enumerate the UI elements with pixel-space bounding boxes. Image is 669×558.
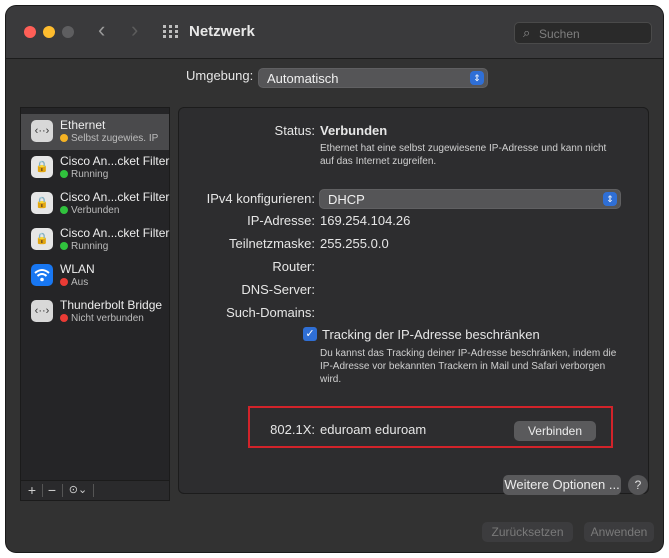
toolbar-divider <box>62 484 63 497</box>
service-item-thunderbolt-bridge[interactable]: ‹··› Thunderbolt Bridge Nicht verbunden <box>21 294 169 330</box>
status-dot-yellow <box>60 134 68 142</box>
ip-address-value: 169.254.104.26 <box>320 213 411 228</box>
service-item-cisco-2[interactable]: 🔒 Cisco An...cket Filter Verbunden <box>21 186 169 222</box>
service-list: ‹··› Ethernet Selbst zugewies. IP 🔒 Cisc… <box>20 107 170 494</box>
service-status: Selbst zugewies. IP <box>60 133 158 144</box>
service-status: Aus <box>60 277 88 288</box>
wifi-icon <box>31 264 53 286</box>
close-window-button[interactable] <box>24 26 36 38</box>
apply-button[interactable]: Anwenden <box>584 522 654 542</box>
window-title: Netzwerk <box>189 23 255 40</box>
title-bar: ‹ › Netzwerk ⌕ Suchen <box>6 6 663 59</box>
service-item-ethernet[interactable]: ‹··› Ethernet Selbst zugewies. IP <box>21 114 169 150</box>
ipv4-config-value: DHCP <box>328 192 365 207</box>
service-item-cisco-1[interactable]: 🔒 Cisco An...cket Filter Running <box>21 150 169 186</box>
search-icon: ⌕ <box>523 25 531 40</box>
location-value: Automatisch <box>267 71 339 86</box>
toolbar-divider <box>93 484 94 497</box>
ipv4-config-label: IPv4 konfigurieren: <box>206 191 315 206</box>
chevron-updown-icon: ⇕ <box>603 192 617 206</box>
lock-icon: 🔒 <box>31 156 53 178</box>
ethernet-icon: ‹··› <box>31 300 53 322</box>
service-list-toolbar: + − ⊙⌄ <box>20 480 170 501</box>
service-name: Thunderbolt Bridge <box>60 298 163 312</box>
add-service-button[interactable]: + <box>25 481 39 500</box>
subnet-mask-value: 255.255.0.0 <box>320 236 389 251</box>
search-placeholder: Suchen <box>539 27 580 41</box>
zoom-window-button[interactable] <box>62 26 74 38</box>
lock-icon: 🔒 <box>31 192 53 214</box>
service-name: Cisco An...cket Filter <box>60 154 170 168</box>
service-name: Cisco An...cket Filter <box>60 190 170 204</box>
location-popup[interactable]: Automatisch ⇕ <box>258 68 488 88</box>
lock-icon: 🔒 <box>31 228 53 250</box>
search-domains-label: Such-Domains: <box>226 305 315 320</box>
connect-button[interactable]: Verbinden <box>514 421 596 441</box>
service-name: Ethernet <box>60 118 106 132</box>
dot1x-value: eduroam eduroam <box>320 422 427 437</box>
service-status: Nicht verbunden <box>60 313 144 324</box>
show-all-grid-icon[interactable] <box>163 25 178 38</box>
help-button[interactable]: ? <box>628 475 648 495</box>
toolbar-divider <box>42 484 43 497</box>
service-status: Running <box>60 241 108 252</box>
tracking-label[interactable]: Tracking der IP-Adresse beschränken <box>322 327 540 342</box>
subnet-mask-label: Teilnetzmaske: <box>229 236 315 251</box>
ip-address-label: IP-Adresse: <box>247 213 315 228</box>
back-button[interactable]: ‹ <box>98 19 105 41</box>
tracking-checkbox[interactable]: ✓ <box>303 327 317 341</box>
status-dot-red <box>60 314 68 322</box>
service-item-wlan[interactable]: WLAN Aus <box>21 258 169 294</box>
service-name: Cisco An...cket Filter <box>60 226 170 240</box>
status-description: Ethernet hat eine selbst zugewiesene IP-… <box>320 143 607 167</box>
router-label: Router: <box>272 259 315 274</box>
tracking-description: Du kannst das Tracking deiner IP-Adresse… <box>320 348 617 385</box>
more-options-button[interactable]: Weitere Optionen ... <box>503 475 621 495</box>
action-menu-button[interactable]: ⊙⌄ <box>65 481 91 500</box>
remove-service-button[interactable]: − <box>45 481 59 500</box>
chevron-updown-icon: ⇕ <box>470 71 484 85</box>
status-label: Status: <box>274 123 315 138</box>
ethernet-icon: ‹··› <box>31 120 53 142</box>
search-input[interactable]: ⌕ Suchen <box>514 22 652 44</box>
dot1x-label: 802.1X: <box>270 422 315 437</box>
revert-button[interactable]: Zurücksetzen <box>482 522 573 542</box>
service-item-cisco-3[interactable]: 🔒 Cisco An...cket Filter Running <box>21 222 169 258</box>
minimize-window-button[interactable] <box>43 26 55 38</box>
forward-button[interactable]: › <box>131 19 138 41</box>
location-label: Umgebung: <box>186 68 254 83</box>
status-dot-green <box>60 170 68 178</box>
status-dot-green <box>60 242 68 250</box>
status-dot-green <box>60 206 68 214</box>
service-status: Verbunden <box>60 205 119 216</box>
ipv4-config-popup[interactable]: DHCP ⇕ <box>319 189 621 209</box>
service-name: WLAN <box>60 262 95 276</box>
service-status: Running <box>60 169 108 180</box>
status-value: Verbunden <box>320 123 388 138</box>
dns-server-label: DNS-Server: <box>241 282 315 297</box>
status-dot-red <box>60 278 68 286</box>
